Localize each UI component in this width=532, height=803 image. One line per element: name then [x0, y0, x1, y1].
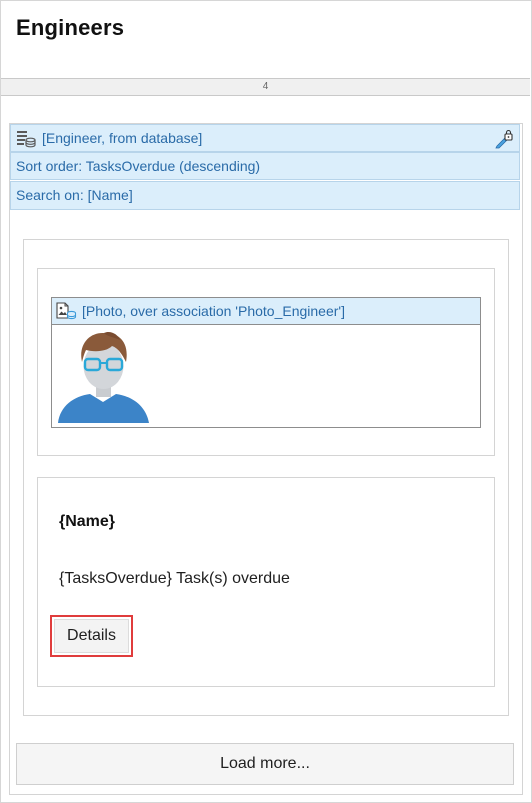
engineer-name-text: {Name} [59, 513, 116, 530]
column-count-label: 4 [262, 81, 269, 92]
avatar-placeholder-icon [58, 331, 149, 423]
tasks-overdue-text: {TasksOverdue} Task(s) overdue [59, 570, 290, 587]
search-on-label: Search on: [Name] [16, 187, 133, 203]
details-button[interactable]: Details [54, 619, 129, 653]
image-database-icon [56, 302, 77, 320]
layout-grid-column-bar[interactable]: 4 [1, 78, 530, 96]
sort-order-label: Sort order: TasksOverdue (descending) [16, 158, 261, 174]
search-on-bar[interactable]: Search on: [Name] [10, 181, 520, 210]
list-database-icon [17, 131, 36, 148]
sort-order-bar[interactable]: Sort order: TasksOverdue (descending) [10, 152, 520, 180]
list-view-datasource-bar[interactable]: [Engineer, from database] [10, 124, 520, 152]
datasource-label: [Engineer, from database] [42, 130, 203, 146]
photo-image-widget[interactable]: [Photo, over association 'Photo_Engineer… [51, 297, 481, 428]
image-widget-header: [Photo, over association 'Photo_Engineer… [52, 298, 480, 325]
page-title: Engineers [16, 15, 125, 40]
image-widget-label: [Photo, over association 'Photo_Engineer… [82, 303, 345, 319]
edit-lock-icon[interactable] [494, 129, 514, 149]
load-more-button[interactable]: Load more... [16, 743, 514, 785]
